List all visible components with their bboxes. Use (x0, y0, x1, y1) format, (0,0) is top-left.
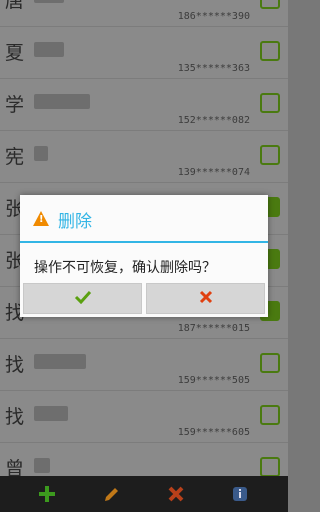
contact-name: 学 (5, 94, 25, 116)
contact-checkbox[interactable] (260, 405, 280, 425)
contact-row[interactable]: 学 152******082 (0, 78, 288, 131)
contact-phone: 186******390 (177, 11, 250, 22)
pencil-icon[interactable] (102, 484, 122, 504)
contact-checkbox[interactable] (260, 0, 280, 9)
contact-name: 找 (5, 406, 25, 428)
plus-icon[interactable] (37, 484, 57, 504)
blurred-name (34, 94, 90, 109)
contact-row[interactable]: 唐 186******390 (0, 0, 288, 27)
contact-name: 夏 (5, 42, 25, 64)
contact-checkbox[interactable] (260, 93, 280, 113)
blurred-name (34, 354, 86, 369)
contact-name: 唐 (5, 0, 25, 12)
contact-checkbox[interactable] (260, 145, 280, 165)
contact-name: 宪 (5, 146, 25, 168)
contact-row[interactable]: 找 159******505 (0, 338, 288, 391)
contact-checkbox[interactable] (260, 353, 280, 373)
contact-phone: 139******074 (177, 167, 250, 178)
check-icon (74, 289, 92, 308)
blurred-name (34, 146, 48, 161)
blurred-name (34, 406, 68, 421)
contact-phone: 135******363 (177, 63, 250, 74)
contact-checkbox[interactable] (260, 41, 280, 61)
x-icon (199, 289, 213, 308)
blurred-name (34, 42, 64, 57)
contact-row[interactable]: 找 159******605 (0, 390, 288, 443)
contact-row[interactable]: 宪 139******074 (0, 130, 288, 183)
info-icon[interactable] (230, 484, 250, 504)
dialog-title: 删除 (58, 212, 92, 232)
confirm-button[interactable] (23, 283, 142, 314)
delete-dialog: ! 删除 操作不可恢复，确认删除吗？ (20, 195, 268, 317)
contact-phone: 159******505 (177, 375, 250, 386)
blurred-name (34, 458, 50, 473)
cancel-button[interactable] (146, 283, 265, 314)
blurred-name (34, 0, 64, 3)
contact-checkbox[interactable] (260, 457, 280, 477)
bottom-toolbar (0, 476, 288, 512)
contact-phone: 187******015 (177, 323, 250, 334)
contact-name: 找 (5, 354, 25, 376)
contact-phone: 152******082 (177, 115, 250, 126)
contact-phone: 159******605 (177, 427, 250, 438)
contact-row[interactable]: 夏 135******363 (0, 26, 288, 79)
dialog-message: 操作不可恢复，确认删除吗？ (34, 260, 216, 276)
dialog-header: ! 删除 (20, 195, 268, 243)
warning-icon: ! (33, 211, 49, 226)
x-icon[interactable] (166, 484, 186, 504)
